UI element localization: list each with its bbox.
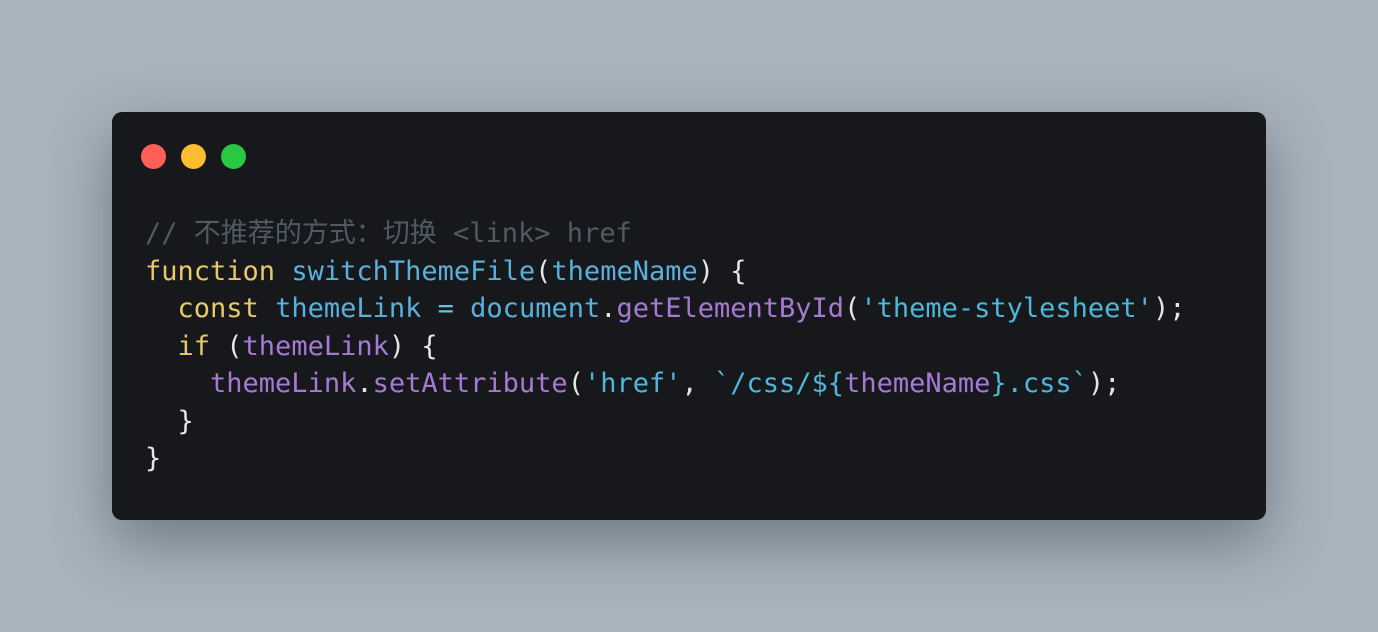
- code-token-punct: );: [1087, 368, 1121, 399]
- code-token-var: themeLink: [275, 293, 422, 324]
- code-token-string: }.css`: [990, 368, 1088, 399]
- code-token-keyword: const: [177, 293, 259, 324]
- code-token-op: =: [437, 293, 454, 324]
- code-token-ident: document: [470, 293, 601, 324]
- code-line: // 不推荐的方式：切换 <link> href: [145, 215, 1185, 253]
- code-token-punct: ) {: [388, 330, 438, 362]
- code-token-punct: [145, 368, 210, 399]
- code-token-string: `/css/${: [714, 368, 845, 399]
- code-token-punct: [454, 293, 470, 324]
- code-token-string: 'href': [583, 368, 682, 399]
- code-token-punct: (: [210, 330, 243, 362]
- code-block: // 不推荐的方式：切换 <link> href function switchT…: [145, 215, 1185, 478]
- code-token-keyword: function: [145, 255, 276, 287]
- code-token-keyword: if: [177, 330, 211, 362]
- code-token-punct: .: [600, 293, 617, 324]
- code-token-punct: [145, 331, 178, 362]
- code-line: }: [145, 440, 1185, 478]
- maximize-button[interactable]: [221, 144, 246, 169]
- code-token-comment: // 不推荐的方式：切换 <link> href: [145, 218, 632, 249]
- code-token-punct: }: [145, 443, 162, 474]
- code-token-punct: (: [844, 293, 861, 324]
- code-line: const themeLink = document.getElementByI…: [145, 290, 1186, 328]
- code-line: function switchThemeFile(themeName) {: [145, 253, 1185, 291]
- code-token-method: getElementById: [616, 293, 845, 324]
- window-controls: [141, 144, 246, 169]
- close-button[interactable]: [141, 144, 166, 169]
- code-token-punct: ) {: [697, 255, 747, 287]
- code-token-method: setAttribute: [372, 368, 568, 399]
- code-token-punct: .: [356, 368, 373, 399]
- minimize-button[interactable]: [181, 144, 206, 169]
- code-line: if (themeLink) {: [145, 328, 1185, 366]
- code-token-punct: [259, 293, 275, 324]
- code-token-punct: }: [145, 405, 194, 437]
- code-line: themeLink.setAttribute('href', `/css/${t…: [145, 365, 1185, 403]
- code-token-punct: [421, 293, 437, 324]
- code-token-punct: ,: [681, 368, 715, 399]
- code-token-punct: [275, 256, 291, 287]
- code-token-prop: themeLink: [242, 330, 389, 362]
- code-token-punct: (: [535, 255, 552, 287]
- code-token-punct: );: [1152, 293, 1186, 324]
- code-token-prop: themeName: [844, 368, 991, 399]
- code-window: // 不推荐的方式：切换 <link> href function switchT…: [112, 112, 1266, 520]
- code-token-punct: (: [567, 368, 584, 399]
- code-token-punct: [145, 293, 178, 324]
- code-line: }: [145, 403, 1185, 441]
- code-token-string: 'theme-stylesheet': [860, 293, 1153, 324]
- code-token-prop: themeLink: [210, 368, 357, 399]
- code-token-param: themeName: [551, 255, 698, 287]
- code-token-func: switchThemeFile: [291, 255, 536, 287]
